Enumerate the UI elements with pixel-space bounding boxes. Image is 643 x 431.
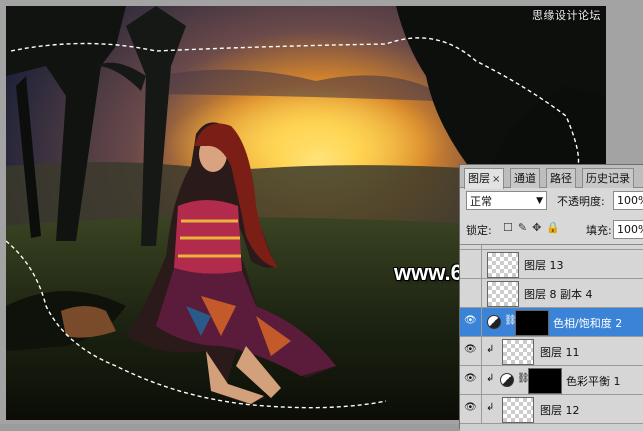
lock-pixels-icon[interactable]: ✎	[518, 221, 532, 234]
panel-tabs: 图层 × 通道 路径 历史记录	[460, 165, 643, 189]
eye-icon[interactable]: 👁	[464, 374, 478, 384]
layer-thumbnail	[487, 281, 519, 307]
watermark-top: 思缘设计论坛	[532, 9, 601, 22]
layer-list: 图层 13 图层 8 副本 4 👁 ⛓ 色相/饱和度 2 👁 ↲ 图层 11 👁…	[460, 244, 643, 431]
clipping-arrow-icon: ↲	[486, 402, 495, 413]
layer-row[interactable]: 图层 13	[460, 250, 643, 279]
layer-name: 图层 12	[540, 404, 580, 417]
layer-row[interactable]: 👁 ↲ 图层 11	[460, 337, 643, 366]
layer-row-selected[interactable]: 👁 ⛓ 色相/饱和度 2	[460, 308, 643, 337]
layer-name: 图层 13	[524, 259, 564, 272]
tab-paths[interactable]: 路径	[546, 168, 576, 188]
layer-row[interactable]: 👁 ↲ 图层 12	[460, 395, 643, 424]
layer-name: 图层 11	[540, 346, 580, 359]
eye-icon[interactable]: 👁	[464, 345, 478, 355]
clipping-arrow-icon: ↲	[486, 344, 495, 355]
lock-label: 锁定:	[466, 224, 492, 237]
lock-transparency-icon[interactable]: ☐	[503, 221, 518, 234]
opacity-label: 不透明度:	[557, 195, 605, 208]
workspace: 思缘设计论坛 www.68ps.com 图层× 通道 路径 历史记录 正常 ▼ …	[0, 0, 643, 431]
layer-thumbnail	[487, 252, 519, 278]
layers-panel: 图层× 通道 路径 历史记录 正常 ▼ 不透明度: 100% 锁定: ☐✎✥🔒 …	[459, 164, 643, 431]
eye-icon[interactable]: 👁	[464, 316, 478, 326]
layer-thumbnail	[502, 397, 534, 423]
tab-channels[interactable]: 通道	[510, 168, 540, 188]
layer-thumbnail	[502, 339, 534, 365]
layer-row[interactable]: 图层 8 副本 4	[460, 279, 643, 308]
adjustment-layer-icon	[500, 373, 514, 387]
clipping-arrow-icon: ↲	[486, 373, 495, 384]
layer-name: 色彩平衡 1	[566, 375, 621, 388]
layer-mask-thumbnail[interactable]	[528, 368, 562, 394]
fill-input[interactable]: 100%	[613, 220, 643, 239]
close-icon[interactable]: ×	[492, 174, 500, 185]
chevron-down-icon: ▼	[536, 196, 543, 206]
layer-name: 图层 8 副本 4	[524, 288, 593, 301]
adjustment-layer-icon	[487, 315, 501, 329]
blend-mode-select[interactable]: 正常 ▼	[466, 191, 547, 210]
tab-layers[interactable]: 图层 ×	[464, 168, 505, 189]
opacity-input[interactable]: 100%	[613, 191, 643, 210]
layer-mask-thumbnail[interactable]	[515, 310, 549, 336]
lock-position-icon[interactable]: ✥	[532, 221, 546, 234]
eye-icon[interactable]: 👁	[464, 403, 478, 413]
lock-all-icon[interactable]: 🔒	[546, 221, 565, 234]
layer-row[interactable]: 👁 ↲ ⛓ 色彩平衡 1	[460, 366, 643, 395]
lock-icons[interactable]: ☐✎✥🔒	[503, 221, 565, 234]
tab-history[interactable]: 历史记录	[582, 168, 634, 188]
fill-label: 填充:	[586, 224, 612, 237]
layer-name: 色相/饱和度 2	[553, 317, 623, 330]
